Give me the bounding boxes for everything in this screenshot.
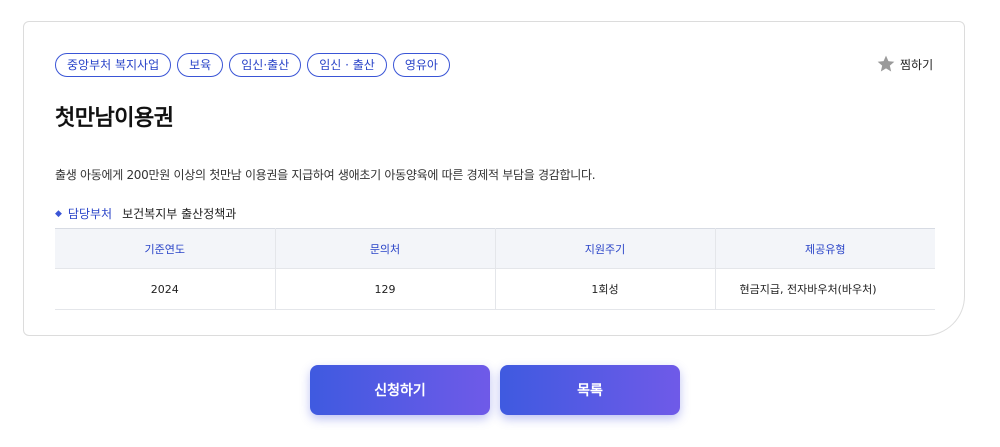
bullet-icon: ◆	[55, 208, 62, 219]
cell-support-cycle: 1회성	[495, 268, 716, 310]
cell-provision-type: 현금지급, 전자바우처(바우처)	[715, 268, 935, 310]
info-table: 기준연도 문의처 지원주기 제공유형 2024 129 1회성 현금지급, 전자…	[55, 228, 935, 310]
page-title: 첫만남이용권	[55, 106, 174, 131]
header-contact: 문의처	[275, 228, 496, 269]
favorite-label: 찜하기	[900, 57, 934, 72]
service-description: 출생 아동에게 200만원 이상의 첫만남 이용권을 지급하여 생애초기 아동양…	[55, 168, 596, 182]
tag-pregnancy-birth[interactable]: 임신·출산	[229, 53, 302, 77]
table-header-row: 기준연도 문의처 지원주기 제공유형	[55, 228, 935, 269]
cell-contact: 129	[275, 268, 496, 310]
tag-list: 중앙부처 복지사업 보육 임신·출산 임신 · 출산 영유아	[55, 53, 450, 77]
tag-childcare[interactable]: 보육	[177, 53, 224, 77]
header-provision-type: 제공유형	[715, 228, 935, 269]
table-row: 2024 129 1회성 현금지급, 전자바우처(바우처)	[55, 268, 935, 310]
tag-central-ministry[interactable]: 중앙부처 복지사업	[55, 53, 172, 77]
favorite-button[interactable]: 찜하기	[876, 54, 933, 74]
service-card: 중앙부처 복지사업 보육 임신·출산 임신 · 출산 영유아 찜하기 첫만남이용…	[23, 21, 965, 336]
tag-infant[interactable]: 영유아	[392, 53, 450, 77]
header-base-year: 기준연도	[55, 228, 276, 269]
star-icon	[876, 54, 896, 74]
department-info: ◆ 담당부처 보건복지부 출산정책과	[55, 205, 236, 222]
header-support-cycle: 지원주기	[495, 228, 716, 269]
list-button[interactable]: 목록	[500, 365, 680, 415]
cell-base-year: 2024	[55, 268, 276, 310]
department-label: 담당부처	[67, 207, 113, 221]
department-value: 보건복지부 출산정책과	[122, 207, 237, 221]
tag-pregnancy-birth-alt[interactable]: 임신 · 출산	[307, 53, 387, 77]
apply-button[interactable]: 신청하기	[310, 365, 490, 415]
